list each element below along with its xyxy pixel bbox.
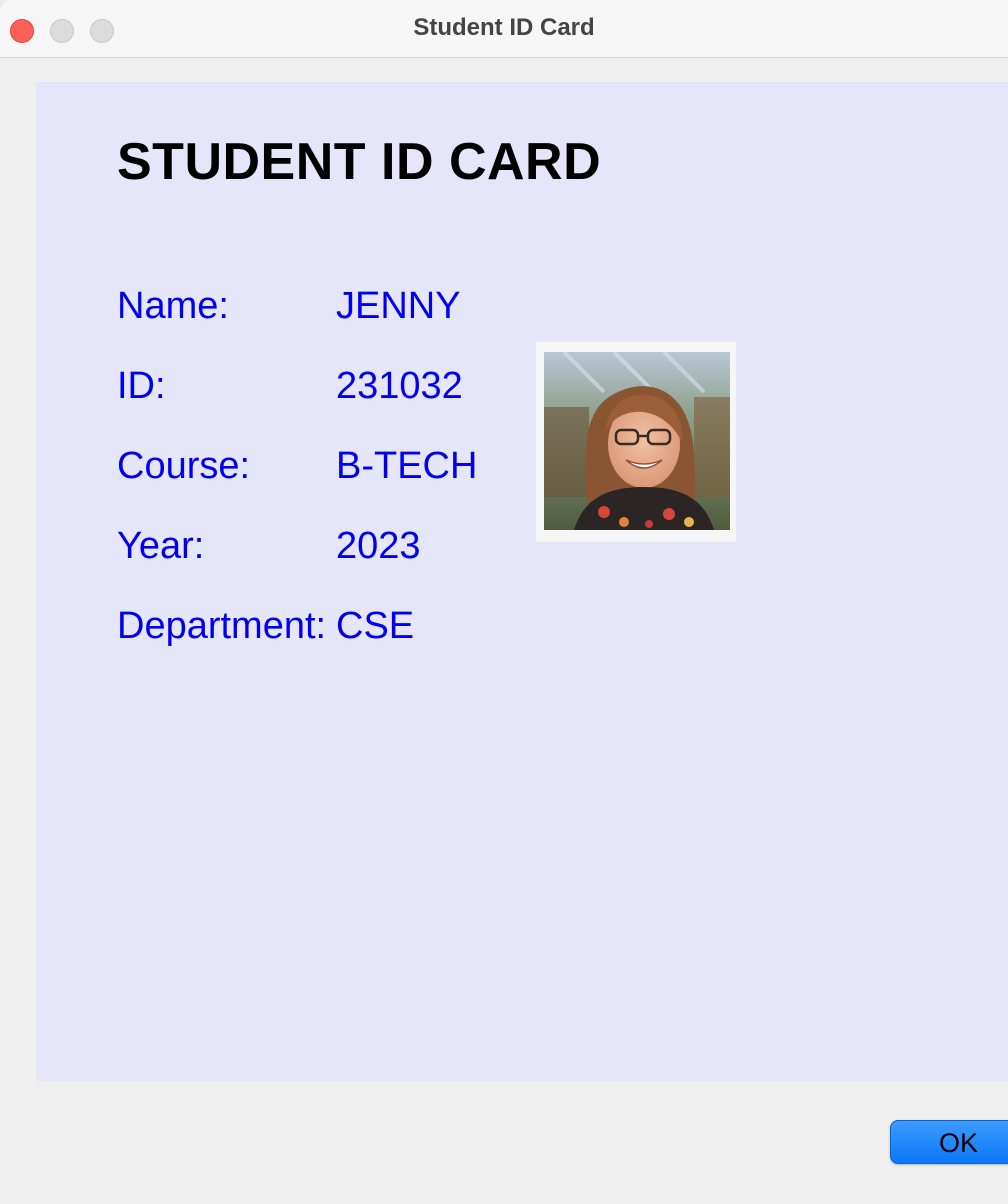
year-value: 2023: [336, 525, 421, 567]
ok-button[interactable]: OK: [890, 1120, 1008, 1164]
dialog-window: Student ID Card STUDENT ID CARD Name: JE…: [0, 0, 1008, 1204]
title-bar[interactable]: Student ID Card: [0, 0, 1008, 58]
photo-frame: [536, 342, 736, 542]
id-label: ID:: [117, 365, 166, 407]
course-label: Course:: [117, 445, 251, 487]
id-value: 231032: [336, 365, 463, 407]
id-card-panel: STUDENT ID CARD Name: JENNY ID: 231032 C…: [36, 82, 1008, 1081]
student-photo-icon: [544, 352, 730, 530]
course-value: B-TECH: [336, 445, 478, 487]
ok-button-label: OK: [939, 1128, 979, 1158]
name-label: Name:: [117, 285, 229, 327]
card-heading: STUDENT ID CARD: [117, 133, 602, 191]
department-value: CSE: [336, 605, 415, 647]
year-label: Year:: [117, 525, 205, 567]
name-value: JENNY: [336, 285, 461, 327]
window-title: Student ID Card: [413, 14, 595, 41]
department-label: Department:: [117, 605, 327, 647]
